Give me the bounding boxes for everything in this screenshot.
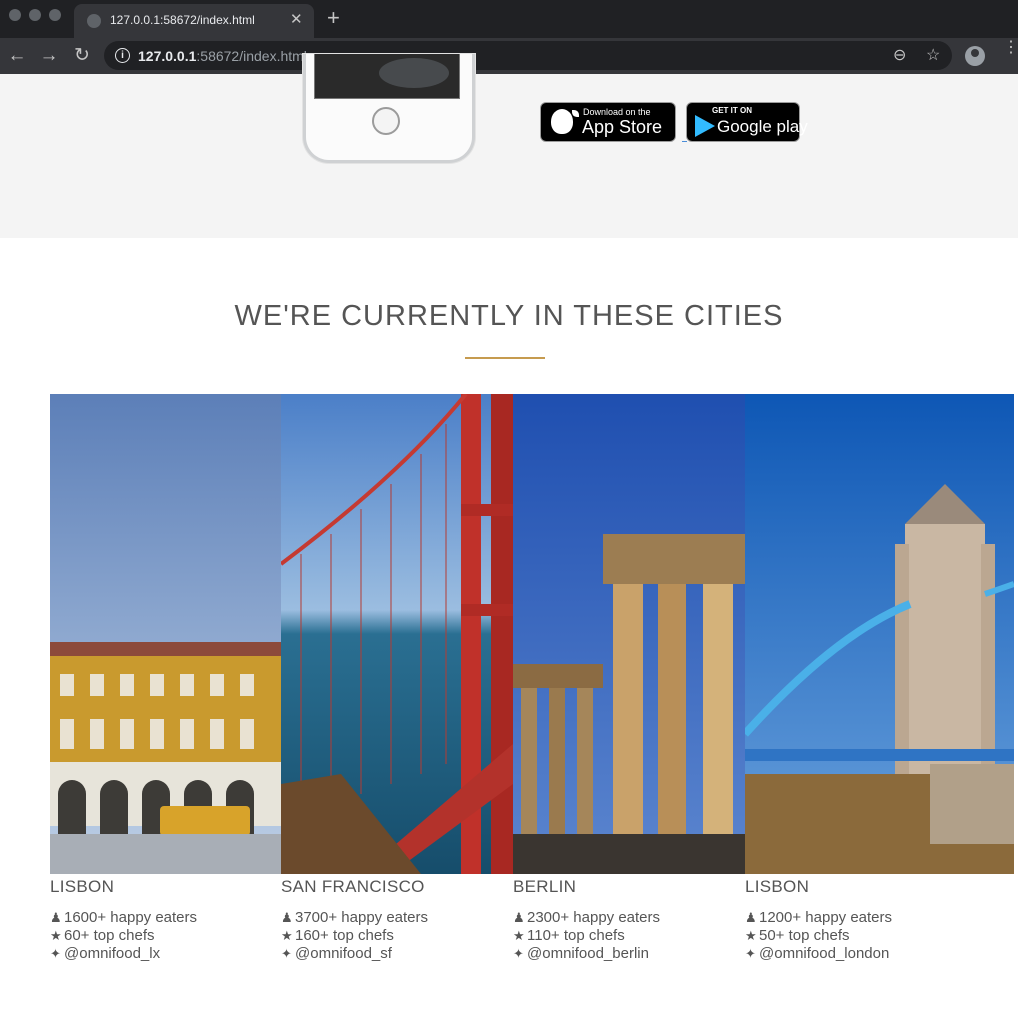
cities-section-title: WE'RE CURRENTLY IN THESE CITIES xyxy=(234,300,784,332)
address-bar[interactable]: i 127.0.0.1:58672/index.html ⊖ ☆ xyxy=(104,41,952,70)
phone-home-button xyxy=(372,107,400,135)
berlin-photo xyxy=(513,394,745,874)
tab-title: 127.0.0.1:58672/index.html xyxy=(110,13,255,27)
stat-twitter[interactable]: ✦ @omnifood_sf xyxy=(281,945,392,962)
city-name: BERLIN xyxy=(513,877,577,896)
person-icon: ♟ xyxy=(745,910,757,925)
lisbon-photo xyxy=(50,394,281,874)
stat-eaters: ♟ 2300+ happy eaters xyxy=(513,909,660,926)
stat-eaters-text: 2300+ happy eaters xyxy=(527,909,661,926)
stat-eaters-text: 1600+ happy eaters xyxy=(64,909,198,926)
stat-eaters: ♟ 1600+ happy eaters xyxy=(50,909,197,926)
stat-twitter[interactable]: ✦ @omnifood_berlin xyxy=(513,945,649,962)
google-play-badge[interactable]: GET IT ON Google play xyxy=(686,102,808,142)
twitter-link[interactable]: @omnifood_sf xyxy=(295,945,392,962)
google-play-icon xyxy=(695,115,715,137)
forward-icon[interactable]: → xyxy=(37,44,61,68)
url-host: 127.0.0.1 xyxy=(138,48,197,64)
star-icon: ★ xyxy=(281,928,293,943)
apple-leaf xyxy=(572,110,579,117)
stat-chefs: ★ 160+ top chefs xyxy=(281,927,394,944)
url-path: :58672/index.html xyxy=(196,48,307,64)
person-icon: ♟ xyxy=(513,910,525,925)
profile-avatar-icon[interactable] xyxy=(965,46,985,66)
browser-chrome: 127.0.0.1:58672/index.html ✕ + ← → ↻ i 1… xyxy=(0,0,1018,74)
app-store-small-text: Download on the xyxy=(583,107,651,117)
stat-chefs-text: 60+ top chefs xyxy=(64,927,155,944)
stat-chefs: ★ 110+ top chefs xyxy=(513,927,625,944)
new-tab-icon[interactable]: + xyxy=(327,6,340,30)
stat-twitter[interactable]: ✦ @omnifood_london xyxy=(745,945,889,962)
twitter-link[interactable]: @omnifood_lx xyxy=(64,945,160,962)
stat-eaters: ♟ 1200+ happy eaters xyxy=(745,909,892,926)
window-minimize-light[interactable] xyxy=(29,9,41,21)
stat-chefs-text: 160+ top chefs xyxy=(295,927,394,944)
twitter-link[interactable]: @omnifood_london xyxy=(759,945,889,962)
zoom-out-icon[interactable]: ⊖ xyxy=(893,45,906,65)
bookmark-star-icon[interactable]: ☆ xyxy=(926,45,940,65)
google-play-large-text: Google play xyxy=(717,117,808,136)
star-icon: ★ xyxy=(745,928,757,943)
star-icon: ★ xyxy=(513,928,525,943)
stat-chefs: ★ 60+ top chefs xyxy=(50,927,154,944)
apple-icon xyxy=(551,109,579,134)
link-underline xyxy=(682,141,687,142)
london-photo xyxy=(745,394,1014,874)
stat-eaters-text: 3700+ happy eaters xyxy=(295,909,429,926)
person-icon: ♟ xyxy=(281,910,293,925)
tab-strip: 127.0.0.1:58672/index.html ✕ + xyxy=(0,0,1018,38)
iphone-image xyxy=(303,54,475,163)
person-icon: ♟ xyxy=(50,910,62,925)
avatar-head xyxy=(971,49,979,57)
title-divider xyxy=(465,357,545,359)
tab-close-icon[interactable]: ✕ xyxy=(290,10,303,28)
twitter-icon: ✦ xyxy=(513,946,524,961)
phone-screen-detail xyxy=(379,58,449,88)
app-section: Download on the App Store GET IT ON Goog… xyxy=(0,54,1018,238)
twitter-link[interactable]: @omnifood_berlin xyxy=(527,945,649,962)
window-close-light[interactable] xyxy=(9,9,21,21)
back-icon[interactable]: ← xyxy=(5,44,29,68)
url-text[interactable]: 127.0.0.1:58672/index.html xyxy=(138,48,307,64)
star-icon: ★ xyxy=(50,928,62,943)
globe-icon xyxy=(87,14,101,28)
info-icon[interactable]: i xyxy=(115,48,130,63)
city-name: LISBON xyxy=(50,877,115,896)
browser-menu-icon[interactable]: ⋮ xyxy=(1003,40,1018,56)
google-play-small-text: GET IT ON xyxy=(712,106,752,115)
stat-chefs-text: 110+ top chefs xyxy=(527,927,625,944)
window-zoom-light[interactable] xyxy=(49,9,61,21)
stat-eaters-text: 1200+ happy eaters xyxy=(759,909,893,926)
stat-eaters: ♟ 3700+ happy eaters xyxy=(281,909,428,926)
stat-chefs: ★ 50+ top chefs xyxy=(745,927,849,944)
stat-twitter[interactable]: ✦ @omnifood_lx xyxy=(50,945,160,962)
reload-icon[interactable]: ↻ xyxy=(70,44,94,68)
twitter-icon: ✦ xyxy=(281,946,292,961)
twitter-icon: ✦ xyxy=(745,946,756,961)
phone-screen xyxy=(314,54,460,99)
san-francisco-photo xyxy=(281,394,513,874)
app-store-badge[interactable]: Download on the App Store xyxy=(540,102,676,142)
browser-tab[interactable]: 127.0.0.1:58672/index.html ✕ xyxy=(74,4,314,38)
browser-toolbar: ← → ↻ i 127.0.0.1:58672/index.html ⊖ ☆ ⋮ xyxy=(0,38,1018,74)
city-name: LISBON xyxy=(745,877,810,896)
city-name: SAN FRANCISCO xyxy=(281,877,425,896)
twitter-icon: ✦ xyxy=(50,946,61,961)
stat-chefs-text: 50+ top chefs xyxy=(759,927,850,944)
app-store-large-text: App Store xyxy=(582,117,663,137)
